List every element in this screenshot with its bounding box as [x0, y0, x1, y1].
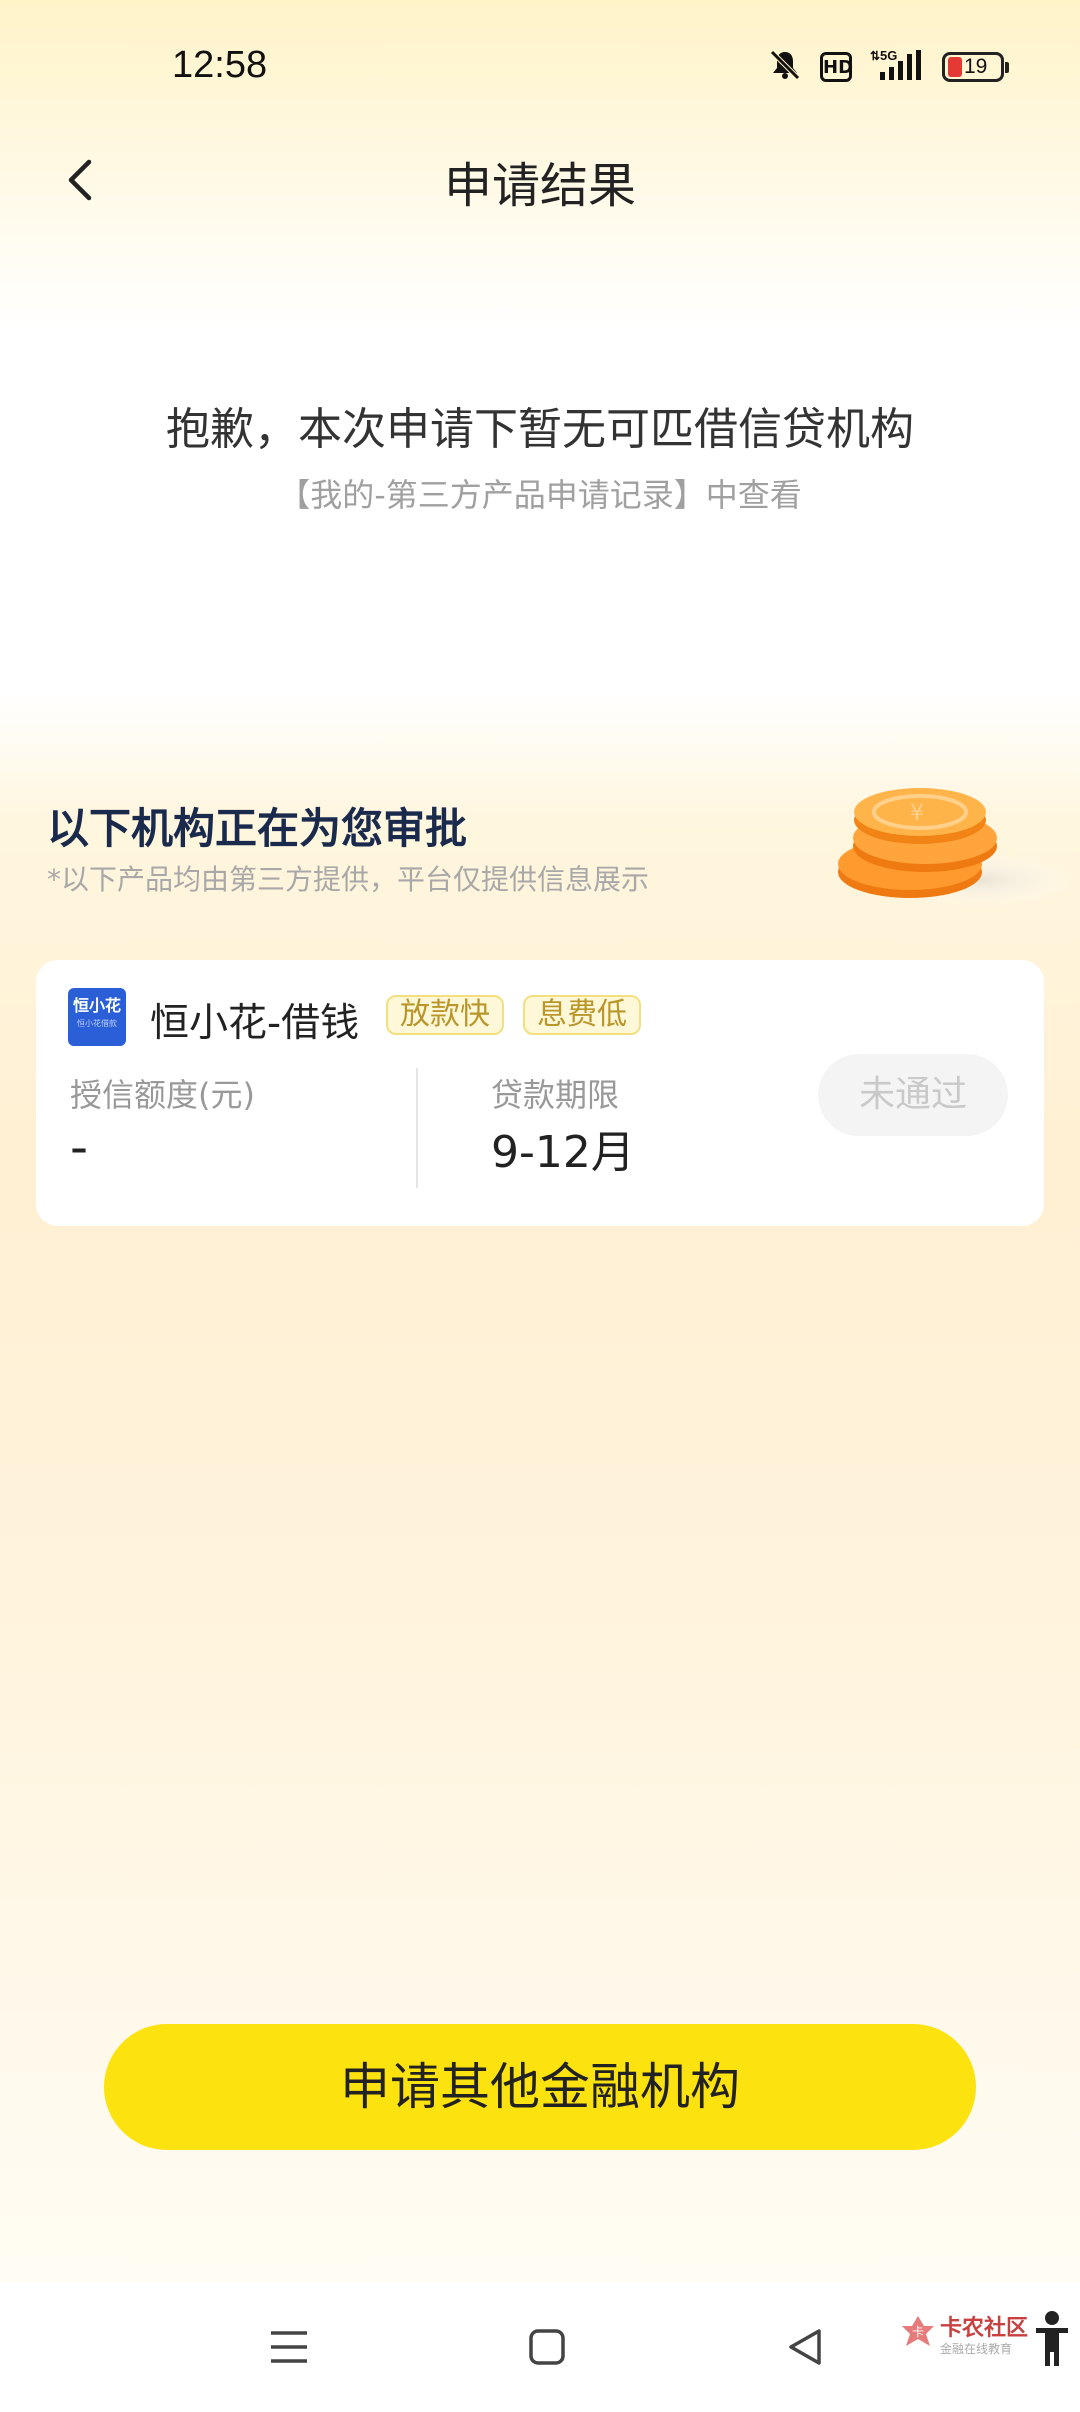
loan-term-label: 贷款期限 — [491, 1076, 620, 1114]
page-title: 申请结果 — [443, 158, 636, 214]
result-message: 抱歉，本次申请下暂无可匹借信贷机构 — [166, 404, 914, 455]
divider — [416, 1068, 418, 1188]
tag-low-fee: 息费低 — [523, 995, 641, 1035]
hd-icon: HD — [820, 52, 853, 82]
watermark-text: 卡农社区 — [940, 2316, 1029, 2341]
coins-illustration: ¥ — [830, 780, 1080, 920]
home-square-icon — [529, 2329, 565, 2365]
brand-logo-text: 恒小花 — [72, 996, 121, 1015]
system-nav-bar: 卡 卡农社区 金融在线教育 — [0, 2282, 1080, 2412]
back-triangle-icon — [789, 2329, 821, 2365]
home-button[interactable] — [512, 2312, 582, 2382]
credit-limit-label: 授信额度(元) — [70, 1076, 255, 1114]
signal-icon: ⇅ 5G — [870, 48, 924, 86]
person-icon — [1036, 2311, 1068, 2366]
product-card[interactable]: 恒小花 恒小花借款 恒小花-借钱 放款快 息费低 授信额度(元) - 贷款期限 … — [36, 960, 1044, 1226]
status-not-approved-button[interactable]: 未通过 — [818, 1054, 1008, 1136]
battery-level — [948, 57, 962, 77]
bell-off-icon — [768, 48, 802, 86]
section-title: 以下机构正在为您审批 — [47, 804, 468, 853]
brand-logo: 恒小花 恒小花借款 — [68, 988, 126, 1046]
watermark-subtext: 金融在线教育 — [940, 2342, 1013, 2356]
status-bar: 12:58 HD ⇅ 5G 19 — [0, 0, 1080, 130]
nav-back-button[interactable] — [770, 2312, 840, 2382]
status-icons: HD ⇅ 5G 19 — [768, 48, 1009, 86]
result-hint: 【我的-第三方产品申请记录】中查看 — [278, 476, 802, 514]
brand-logo-subtext: 恒小花借款 — [77, 1019, 117, 1028]
apply-other-institutions-button[interactable]: 申请其他金融机构 — [104, 2024, 976, 2150]
section-note: *以下产品均由第三方提供，平台仅提供信息展示 — [47, 863, 650, 896]
watermark: 卡 卡农社区 金融在线教育 — [898, 2304, 1078, 2384]
credit-limit-value: - — [70, 1118, 89, 1176]
network-label: 5G — [880, 48, 897, 63]
menu-button[interactable] — [254, 2312, 324, 2382]
battery-icon: 19 — [942, 52, 1009, 82]
svg-text:⇅: ⇅ — [870, 49, 880, 63]
svg-text:卡: 卡 — [912, 2325, 924, 2339]
tag-fast-loan: 放款快 — [386, 995, 504, 1035]
battery-percent: 19 — [964, 55, 988, 78]
watermark-logo-icon: 卡 — [902, 2316, 934, 2346]
product-name: 恒小花-借钱 — [150, 1001, 360, 1046]
menu-icon — [271, 2331, 307, 2363]
loan-term-value: 9-12月 — [491, 1127, 635, 1178]
svg-text:¥: ¥ — [910, 801, 924, 826]
status-time: 12:58 — [172, 44, 268, 86]
